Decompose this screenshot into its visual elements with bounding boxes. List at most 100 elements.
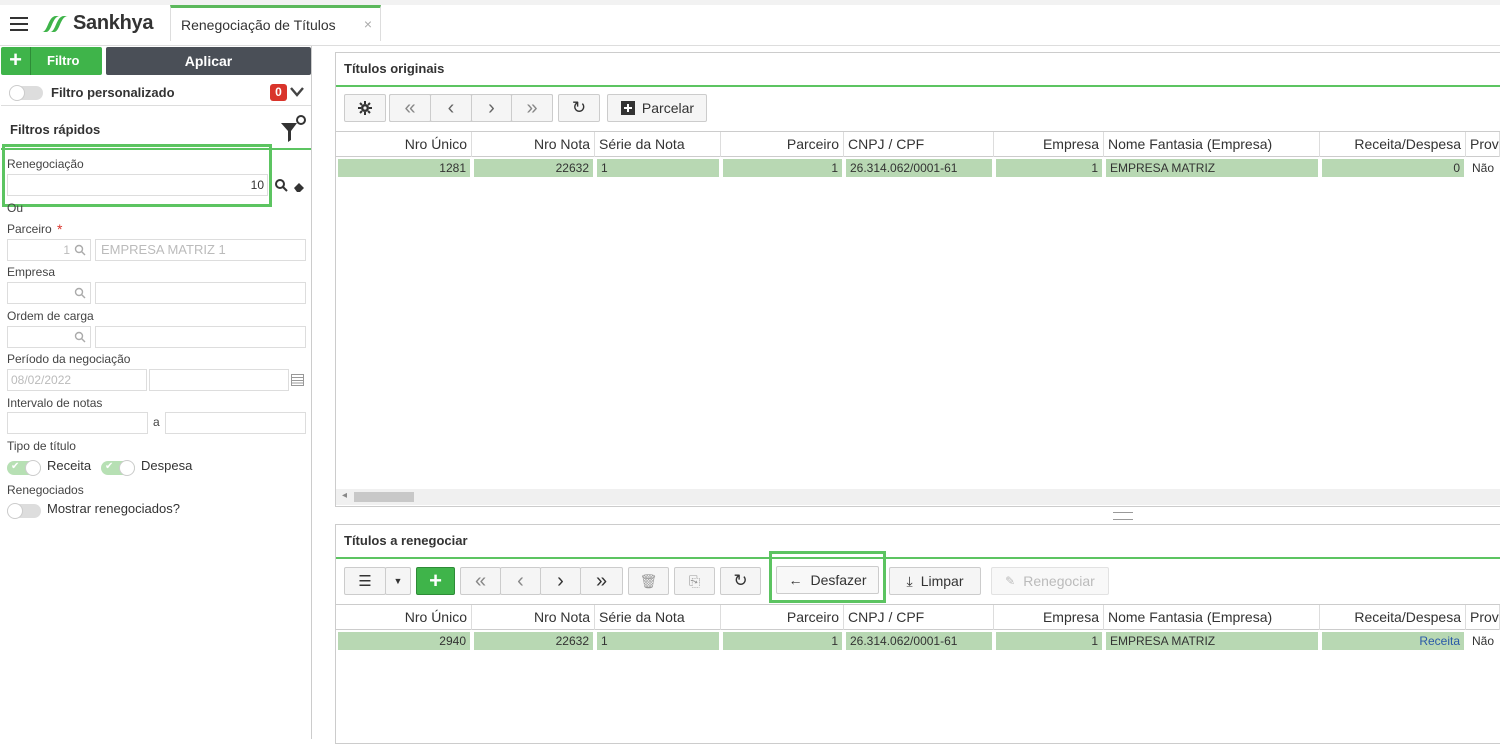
- table-row[interactable]: 1281 22632 1 1 26.314.062/0001-61 1 EMPR…: [336, 159, 1500, 177]
- col-nome-fantasia[interactable]: Nome Fantasia (Empresa): [1104, 605, 1320, 630]
- scroll-left-icon[interactable]: ◂: [342, 490, 347, 501]
- filtro-personalizado-toggle[interactable]: [9, 85, 43, 101]
- col-serie-nota[interactable]: Série da Nota: [595, 605, 721, 630]
- cell-receita-despesa[interactable]: Receita: [1322, 632, 1466, 650]
- cell-empresa[interactable]: 1: [996, 159, 1104, 177]
- col-cnpj[interactable]: CNPJ / CPF: [844, 132, 994, 157]
- limpar-button[interactable]: ⤓ Limpar: [889, 567, 981, 595]
- intervalo-from-input[interactable]: [7, 412, 148, 434]
- renegociar-header: Títulos a renegociar: [336, 525, 1500, 559]
- cell-serie[interactable]: 1: [597, 159, 721, 177]
- filtro-personalizado-row: Filtro personalizado 0: [1, 80, 311, 106]
- cell-provi[interactable]: Não: [1468, 632, 1500, 650]
- double-right-icon: »: [526, 96, 538, 119]
- copy-button[interactable]: ⎘: [674, 567, 715, 595]
- close-tab-icon[interactable]: ×: [364, 16, 372, 32]
- eraser-icon[interactable]: [292, 180, 306, 193]
- col-parceiro[interactable]: Parceiro: [721, 132, 844, 157]
- cell-nome-fantasia[interactable]: EMPRESA MATRIZ: [1106, 632, 1320, 650]
- periodo-from-input[interactable]: 08/02/2022: [7, 369, 147, 391]
- intervalo-label: Intervalo de notas: [7, 396, 103, 410]
- intervalo-to-input[interactable]: [165, 412, 306, 434]
- col-nome-fantasia[interactable]: Nome Fantasia (Empresa): [1104, 132, 1320, 157]
- empresa-search-icon[interactable]: [74, 287, 86, 299]
- last-page-button[interactable]: »: [511, 94, 553, 122]
- cell-parceiro[interactable]: 1: [723, 159, 844, 177]
- cell-nro-unico[interactable]: 2940: [338, 632, 472, 650]
- col-receita-despesa[interactable]: Receita/Despesa: [1320, 132, 1466, 157]
- horizontal-scrollbar[interactable]: ◂: [336, 489, 1500, 505]
- prev-button-2[interactable]: ‹: [500, 567, 541, 595]
- delete-button[interactable]: 🗑: [628, 567, 669, 595]
- first-page-button-2[interactable]: «: [460, 567, 501, 595]
- filtro-button[interactable]: + Filtro: [1, 47, 102, 75]
- mostrar-renegociados-toggle[interactable]: [7, 503, 41, 519]
- empresa-name-input[interactable]: [95, 282, 306, 304]
- cell-cnpj[interactable]: 26.314.062/0001-61: [846, 159, 994, 177]
- cell-cnpj[interactable]: 26.314.062/0001-61: [846, 632, 994, 650]
- table-row[interactable]: 2940 22632 1 1 26.314.062/0001-61 1 EMPR…: [336, 632, 1500, 650]
- col-empresa[interactable]: Empresa: [994, 132, 1104, 157]
- double-left-icon: «: [404, 96, 416, 119]
- aplicar-button[interactable]: Aplicar: [106, 47, 311, 75]
- renegociar-button[interactable]: ✎ Renegociar: [991, 567, 1109, 595]
- first-page-button[interactable]: «: [389, 94, 431, 122]
- chevron-down-icon[interactable]: [290, 87, 304, 97]
- cell-provi[interactable]: Não: [1468, 159, 1500, 177]
- list-view-button[interactable]: ☰: [344, 567, 386, 595]
- tab-label: Renegociação de Títulos: [181, 17, 336, 33]
- renegociar-title: Títulos a renegociar: [344, 533, 468, 548]
- next-button[interactable]: ›: [471, 94, 512, 122]
- scroll-thumb[interactable]: [354, 492, 414, 502]
- col-receita-despesa[interactable]: Receita/Despesa: [1320, 605, 1466, 630]
- col-nro-unico[interactable]: Nro Único: [336, 132, 472, 157]
- originais-title: Títulos originais: [344, 61, 445, 76]
- parcelar-button[interactable]: Parcelar: [607, 94, 707, 122]
- col-nro-nota[interactable]: Nro Nota: [472, 132, 595, 157]
- refresh-button-2[interactable]: ↻: [720, 567, 761, 595]
- gear-icon: [358, 101, 372, 115]
- settings-button[interactable]: [344, 94, 386, 122]
- search-icon[interactable]: [275, 179, 288, 192]
- refresh-button[interactable]: ↻: [558, 94, 600, 122]
- ordem-carga-name-input[interactable]: [95, 326, 306, 348]
- filtro-personalizado-label: Filtro personalizado: [51, 85, 175, 100]
- despesa-toggle[interactable]: ✔: [101, 460, 135, 476]
- cell-receita-despesa[interactable]: 0: [1322, 159, 1466, 177]
- menu-icon[interactable]: [10, 17, 28, 31]
- col-nro-unico[interactable]: Nro Único: [336, 605, 472, 630]
- col-parceiro[interactable]: Parceiro: [721, 605, 844, 630]
- cell-nro-nota[interactable]: 22632: [474, 632, 595, 650]
- col-empresa[interactable]: Empresa: [994, 605, 1104, 630]
- cell-nro-unico[interactable]: 1281: [338, 159, 472, 177]
- col-provi[interactable]: Provi: [1466, 605, 1500, 630]
- col-serie-nota[interactable]: Série da Nota: [595, 132, 721, 157]
- add-button[interactable]: +: [416, 567, 455, 595]
- filter-settings-icon[interactable]: [280, 114, 310, 144]
- parceiro-name-input[interactable]: EMPRESA MATRIZ 1: [95, 239, 306, 261]
- prev-button[interactable]: ‹: [430, 94, 472, 122]
- calendar-icon[interactable]: [291, 374, 304, 386]
- chevron-right-icon: ›: [557, 569, 564, 592]
- tab-renegociacao[interactable]: Renegociação de Títulos ×: [170, 5, 381, 41]
- cell-nome-fantasia[interactable]: EMPRESA MATRIZ: [1106, 159, 1320, 177]
- ordem-carga-search-icon[interactable]: [74, 331, 86, 343]
- copy-icon: ⎘: [688, 572, 701, 589]
- splitter-handle[interactable]: [1113, 512, 1133, 520]
- desfazer-button[interactable]: ← Desfazer: [776, 566, 879, 594]
- parceiro-search-icon[interactable]: [74, 244, 86, 256]
- list-dropdown-button[interactable]: ▼: [385, 567, 411, 595]
- next-button-2[interactable]: ›: [540, 567, 581, 595]
- cell-serie[interactable]: 1: [597, 632, 721, 650]
- periodo-to-input[interactable]: [149, 369, 289, 391]
- col-provi[interactable]: Provi: [1466, 132, 1500, 157]
- col-cnpj[interactable]: CNPJ / CPF: [844, 605, 994, 630]
- cell-empresa[interactable]: 1: [996, 632, 1104, 650]
- cell-nro-nota[interactable]: 22632: [474, 159, 595, 177]
- renegociacao-input[interactable]: 10: [7, 174, 268, 196]
- receita-toggle[interactable]: ✔: [7, 460, 41, 476]
- last-page-button-2[interactable]: »: [580, 567, 623, 595]
- col-nro-nota[interactable]: Nro Nota: [472, 605, 595, 630]
- cell-parceiro[interactable]: 1: [723, 632, 844, 650]
- download-icon: ⤓: [906, 572, 913, 589]
